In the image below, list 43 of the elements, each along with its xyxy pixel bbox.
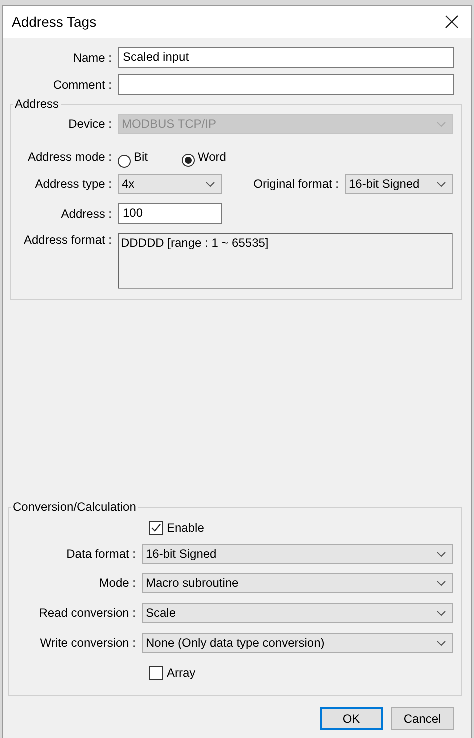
dialog-button[interactable]: OK [320,707,383,730]
chevron-down-icon [437,580,446,586]
radio-button[interactable] [182,154,195,166]
chevron-down-icon [437,122,446,126]
field-label: Data format : [66,547,136,561]
radio-label: Word [198,150,226,164]
radio-button[interactable] [118,155,131,168]
chevron-down-icon [437,552,446,556]
field-label: Device : [68,117,112,131]
close-icon[interactable] [445,15,459,29]
dropdown[interactable]: Scale [142,603,453,623]
field-label: Comment : [52,78,112,92]
input-field[interactable]: 100 [118,203,222,224]
dialog-button[interactable]: Cancel [391,707,454,730]
checkbox[interactable] [149,666,163,680]
group-title: Address [14,97,60,111]
dropdown[interactable]: 16-bit Signed [142,544,453,564]
field-label: Original format : [252,177,339,191]
radio-label: Bit [134,150,150,164]
window-title: Address Tags [12,14,97,30]
input-field[interactable]: Scaled input [118,47,454,68]
field-label: Name : [72,50,112,64]
chevron-down-icon [437,610,446,616]
checkbox[interactable] [149,521,163,535]
dropdown[interactable]: None (Only data type conversion) [142,633,453,653]
field-label: Write conversion : [39,636,136,650]
chevron-down-icon [206,182,215,186]
field-label: Read conversion : [38,606,136,620]
field-label: Address type : [34,177,112,191]
field-label: Mode : [98,576,136,590]
checkbox-label: Enable [167,521,204,535]
dropdown[interactable]: 4x [118,174,222,194]
field-label: Address mode : [26,150,112,164]
input-field[interactable] [118,74,454,95]
field-label: Address format : [22,233,112,247]
dropdown[interactable]: 16-bit Signed [345,174,453,194]
chevron-down-icon [437,182,446,186]
chevron-down-icon [437,640,446,646]
group-title: Conversion/Calculation [12,500,138,514]
checkbox-label: Array [167,666,196,680]
text-area[interactable]: DDDDD [range : 1 ~ 65535] [118,233,453,289]
field-label: Address : [60,206,112,220]
dropdown[interactable]: Macro subroutine [142,573,453,593]
